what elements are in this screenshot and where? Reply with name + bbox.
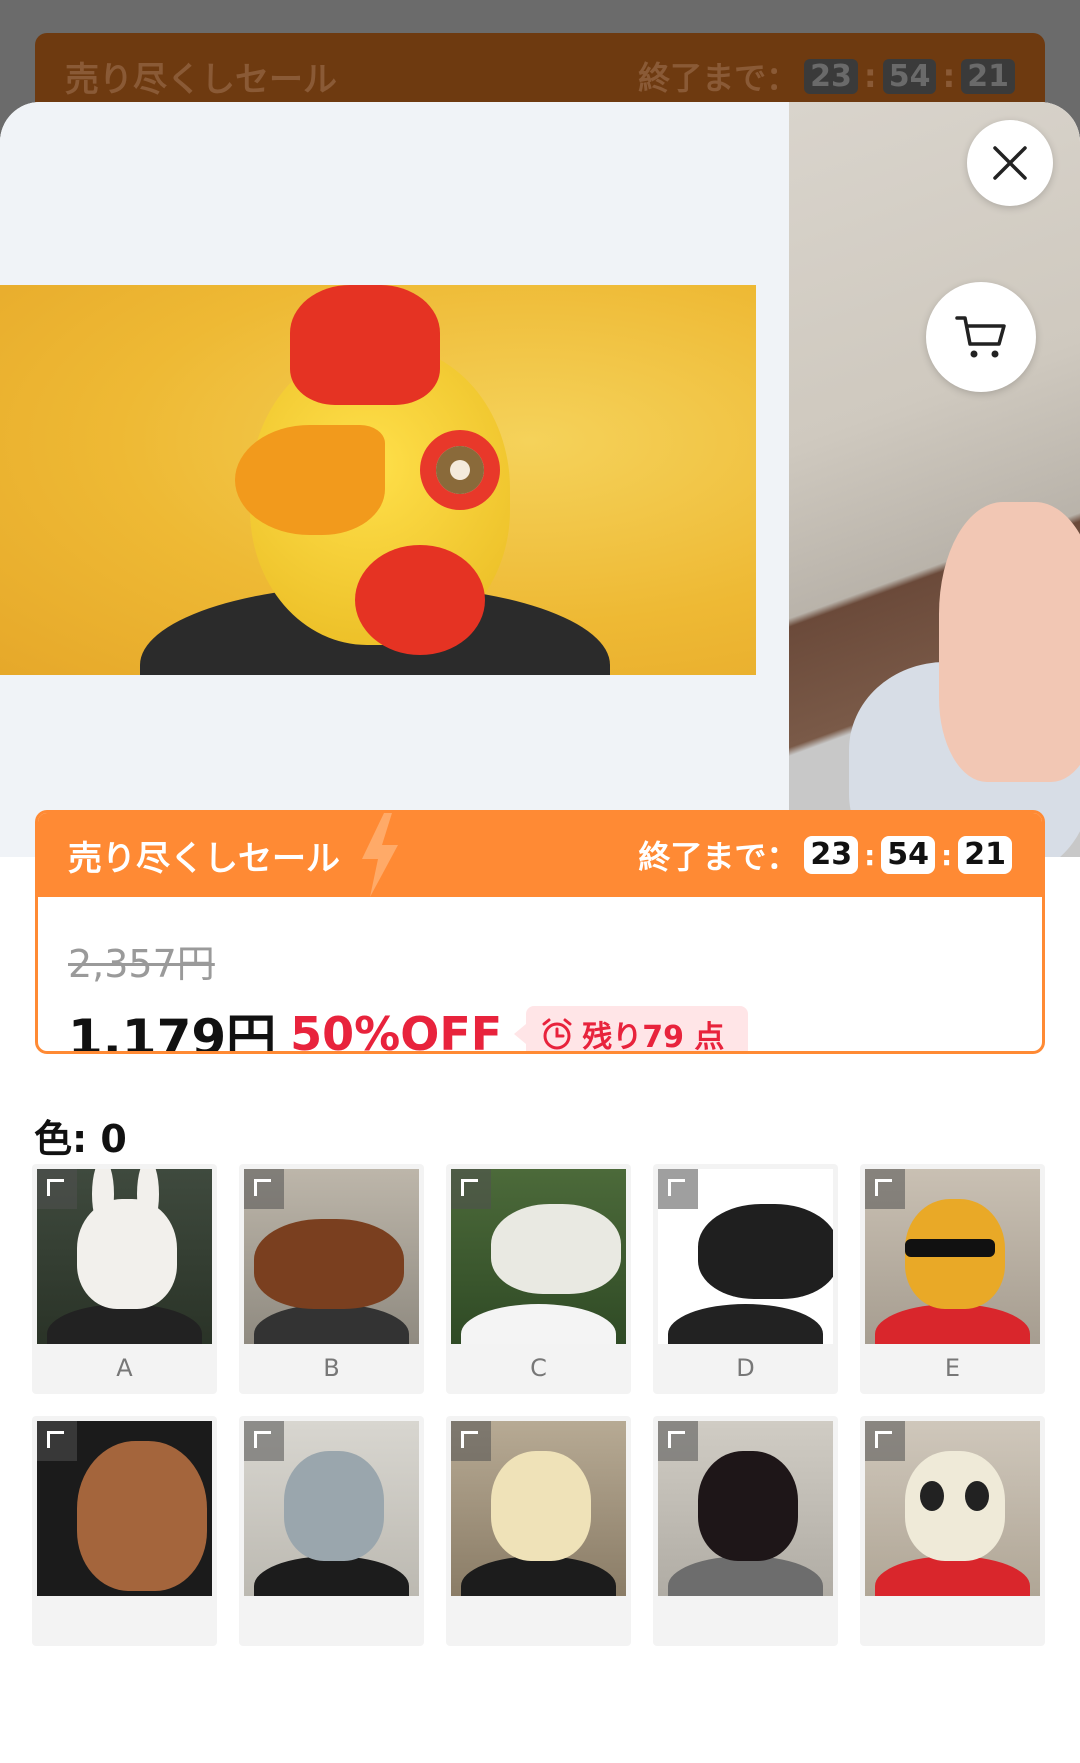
zoom-icon[interactable]	[658, 1169, 698, 1209]
variant-tile-6[interactable]	[32, 1416, 217, 1646]
zoom-icon[interactable]	[865, 1421, 905, 1461]
gallery-slide-next[interactable]	[789, 102, 1080, 857]
background-seconds: 21	[961, 58, 1015, 94]
cart-icon	[955, 316, 1006, 358]
cart-button[interactable]	[926, 282, 1036, 392]
price-section: 2,357円 1,179円 50%OFF 残り79 点	[38, 897, 1042, 1054]
zoom-icon[interactable]	[451, 1421, 491, 1461]
variant-label: D	[736, 1354, 755, 1382]
zoom-icon[interactable]	[658, 1421, 698, 1461]
zoom-icon[interactable]	[865, 1169, 905, 1209]
timer-minutes: 54	[881, 836, 936, 874]
variant-tile-9[interactable]	[653, 1416, 838, 1646]
ends-label: 終了まで：	[638, 838, 799, 876]
alarm-clock-icon	[542, 1018, 572, 1050]
flash-sale-card: 売り尽くしセール 終了まで： 23 : 54 : 21 2,357円 1,179…	[35, 810, 1045, 1054]
variant-tile-10[interactable]	[860, 1416, 1045, 1646]
flash-sale-header: 売り尽くしセール 終了まで： 23 : 54 : 21	[38, 813, 1042, 897]
background-minutes: 54	[882, 58, 937, 94]
timer-hours: 23	[804, 836, 859, 874]
variant-tile-a[interactable]: A	[32, 1164, 217, 1394]
zoom-icon[interactable]	[37, 1421, 77, 1461]
variant-tile-e[interactable]: E	[860, 1164, 1045, 1394]
price-row: 1,179円 50%OFF 残り79 点	[68, 998, 1012, 1054]
stock-badge: 残り79 点	[514, 1006, 749, 1054]
variant-grid: A B C D E	[32, 1164, 1048, 1668]
gallery-slide-chicken[interactable]	[0, 102, 789, 857]
variant-tile-d[interactable]: D	[653, 1164, 838, 1394]
chicken-mask-photo	[0, 285, 756, 675]
zoom-icon[interactable]	[37, 1169, 77, 1209]
countdown-timer: 終了まで： 23 : 54 : 21	[638, 832, 1012, 878]
timer-seconds: 21	[958, 836, 1012, 874]
zoom-icon[interactable]	[244, 1169, 284, 1209]
discount-badge: 50%OFF	[290, 1007, 503, 1054]
variant-label: C	[530, 1354, 547, 1382]
close-button[interactable]	[967, 120, 1053, 206]
variant-label: A	[116, 1354, 133, 1382]
variant-label: B	[323, 1354, 340, 1382]
background-hours: 23	[804, 58, 858, 94]
background-timer: 終了まで： 23: 54: 21	[638, 53, 1015, 99]
variant-tile-8[interactable]	[446, 1416, 631, 1646]
variant-tile-b[interactable]: B	[239, 1164, 424, 1394]
background-ends-label: 終了まで：	[638, 59, 799, 97]
background-sale-title: 売り尽くしセール	[65, 59, 337, 100]
variant-tile-7[interactable]	[239, 1416, 424, 1646]
stock-text: 残り79 点	[582, 1020, 725, 1054]
original-price: 2,357円	[68, 942, 215, 986]
zoom-icon[interactable]	[244, 1421, 284, 1461]
zoom-icon[interactable]	[451, 1169, 491, 1209]
product-sheet: 売り尽くしセール 終了まで： 23 : 54 : 21 2,357円 1,179…	[0, 102, 1080, 1763]
variant-label: E	[944, 1354, 961, 1382]
image-gallery[interactable]	[0, 102, 1080, 857]
flash-sale-title: 売り尽くしセール	[68, 838, 340, 879]
variant-tile-c[interactable]: C	[446, 1164, 631, 1394]
lightning-icon	[362, 813, 398, 897]
close-icon	[993, 146, 1027, 180]
sale-price: 1,179円	[68, 1009, 277, 1054]
color-selection-label: 色: 0	[34, 1117, 127, 1161]
